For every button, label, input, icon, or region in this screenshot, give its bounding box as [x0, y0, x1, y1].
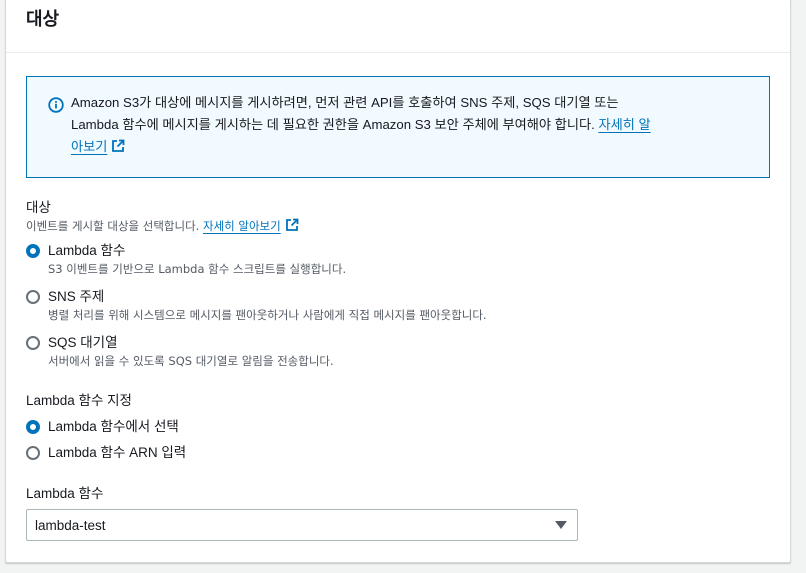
info-alert: Amazon S3가 대상에 메시지를 게시하려면, 먼저 관련 API를 호출… — [26, 76, 770, 178]
radio-sns-label: SNS 주제 — [48, 289, 105, 304]
destination-description-text: 이벤트를 게시할 대상을 선택합니다. — [26, 219, 203, 233]
info-icon — [48, 97, 64, 113]
radio-sns-texts: SNS 주제 병렬 처리를 위해 시스템으로 메시지를 팬아웃하거나 사람에게 … — [48, 288, 487, 324]
lambda-spec-label: Lambda 함수 지정 — [26, 393, 132, 408]
radio-choose-lambda-texts: Lambda 함수에서 선택 — [48, 418, 179, 436]
radio-sns[interactable] — [26, 290, 40, 304]
radio-option-lambda[interactable]: Lambda 함수 S3 이벤트를 기반으로 Lambda 함수 스크립트를 실… — [26, 242, 346, 278]
radio-sqs-description: 서버에서 읽을 수 있도록 SQS 대기열로 알림을 전송합니다. — [48, 354, 334, 368]
radio-choose-lambda-label: Lambda 함수에서 선택 — [48, 419, 179, 434]
radio-enter-arn[interactable] — [26, 446, 40, 460]
destination-label: 대상 — [26, 200, 51, 215]
alert-line-3: 아보기 — [71, 136, 755, 158]
alert-learn-more-link-part1[interactable]: 자세히 알 — [598, 117, 650, 132]
radio-lambda-label: Lambda 함수 — [48, 243, 126, 258]
lambda-function-label: Lambda 함수 — [26, 486, 104, 501]
panel-title: 대상 — [26, 9, 60, 30]
panel-body: Amazon S3가 대상에 메시지를 게시하려면, 먼저 관련 API를 호출… — [6, 53, 790, 562]
radio-enter-arn-texts: Lambda 함수 ARN 입력 — [48, 444, 186, 462]
radio-choose-lambda[interactable] — [26, 420, 40, 434]
lambda-function-select[interactable]: lambda-test — [26, 509, 578, 541]
radio-option-choose-lambda[interactable]: Lambda 함수에서 선택 — [26, 418, 179, 436]
external-link-icon[interactable] — [111, 139, 125, 153]
radio-option-enter-arn[interactable]: Lambda 함수 ARN 입력 — [26, 444, 186, 462]
alert-learn-more-link-part2[interactable]: 아보기 — [71, 139, 107, 154]
alert-line-2: Lambda 함수에 메시지를 게시하는 데 필요한 권한을 Amazon S3… — [71, 114, 755, 136]
alert-text: Amazon S3가 대상에 메시지를 게시하려면, 먼저 관련 API를 호출… — [71, 92, 755, 158]
destination-learn-more-link[interactable]: 자세히 알아보기 — [203, 219, 281, 233]
radio-lambda[interactable] — [26, 244, 40, 258]
alert-line-2-text: Lambda 함수에 메시지를 게시하는 데 필요한 권한을 Amazon S3… — [71, 117, 599, 132]
radio-lambda-texts: Lambda 함수 S3 이벤트를 기반으로 Lambda 함수 스크립트를 실… — [48, 242, 346, 278]
external-link-icon[interactable] — [285, 218, 299, 232]
alert-line-1: Amazon S3가 대상에 메시지를 게시하려면, 먼저 관련 API를 호출… — [71, 95, 619, 110]
destination-panel: 대상 Amazon S3가 대상에 메시지를 게시하려면, 먼저 관련 API를… — [5, 0, 791, 563]
radio-enter-arn-label: Lambda 함수 ARN 입력 — [48, 445, 187, 460]
lambda-spec-field: Lambda 함수 지정 — [26, 392, 132, 410]
radio-sqs-texts: SQS 대기열 서버에서 읽을 수 있도록 SQS 대기열로 알림을 전송합니다… — [48, 334, 334, 370]
lambda-function-select-value: lambda-test — [35, 517, 106, 533]
caret-down-icon — [555, 521, 567, 529]
radio-sqs-label: SQS 대기열 — [48, 335, 118, 350]
destination-field: 대상 이벤트를 게시할 대상을 선택합니다. 자세히 알아보기 — [26, 199, 299, 235]
radio-option-sns[interactable]: SNS 주제 병렬 처리를 위해 시스템으로 메시지를 팬아웃하거나 사람에게 … — [26, 288, 487, 324]
radio-sqs[interactable] — [26, 336, 40, 350]
radio-sns-description: 병렬 처리를 위해 시스템으로 메시지를 팬아웃하거나 사람에게 직접 메시지를… — [48, 308, 487, 322]
radio-option-sqs[interactable]: SQS 대기열 서버에서 읽을 수 있도록 SQS 대기열로 알림을 전송합니다… — [26, 334, 334, 370]
radio-lambda-description: S3 이벤트를 기반으로 Lambda 함수 스크립트를 실행합니다. — [48, 262, 347, 276]
panel-header: 대상 — [6, 0, 790, 53]
lambda-function-field: Lambda 함수 — [26, 485, 103, 503]
destination-description: 이벤트를 게시할 대상을 선택합니다. 자세히 알아보기 — [26, 217, 299, 235]
